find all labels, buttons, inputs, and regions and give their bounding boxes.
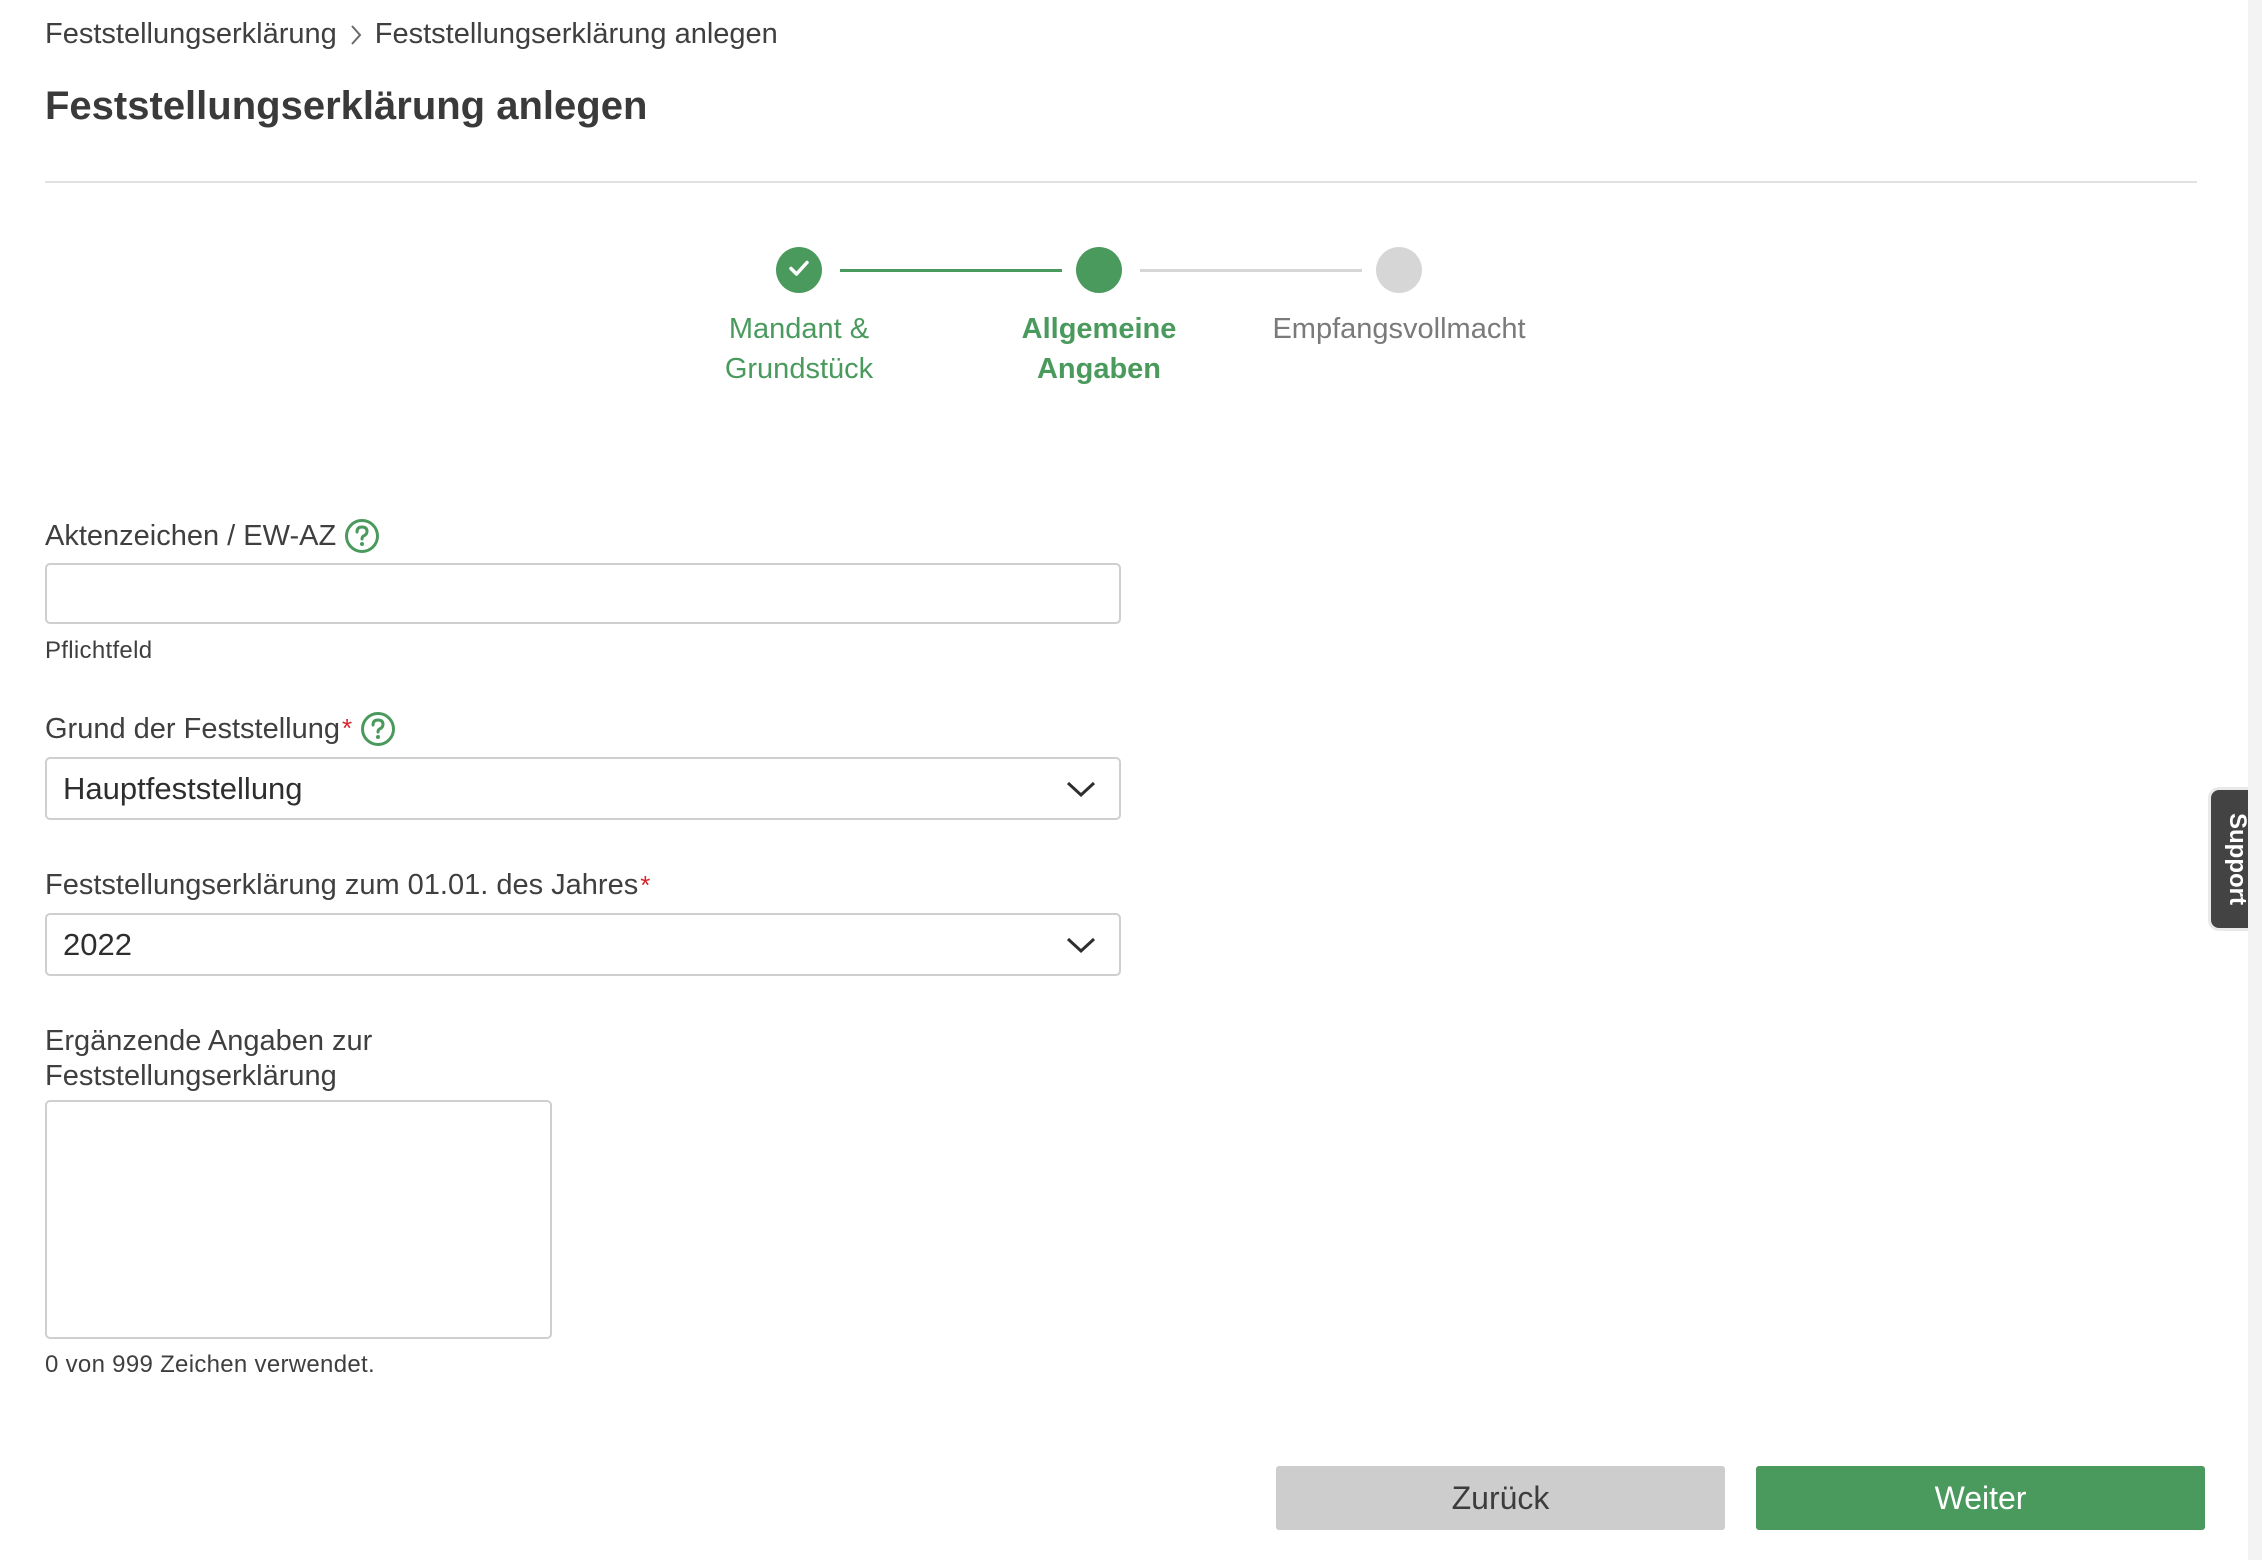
aktenzeichen-input[interactable] — [45, 563, 1121, 624]
back-button[interactable]: Zurück — [1276, 1466, 1725, 1530]
aktenzeichen-hint: Pflichtfeld — [45, 637, 153, 664]
chevron-down-icon — [1065, 927, 1097, 963]
chevron-down-icon — [1065, 771, 1097, 807]
support-tab-label: Support — [2223, 813, 2251, 905]
step-label-mandant: Mandant & Grundstück — [724, 313, 874, 385]
page-title: Feststellungserklärung anlegen — [45, 84, 648, 128]
required-marker: * — [640, 870, 651, 900]
step-3-pending-indicator — [1376, 247, 1422, 293]
grund-label: Grund der Feststellung * — [45, 711, 396, 747]
header-divider — [45, 181, 2197, 183]
next-button[interactable]: Weiter — [1756, 1466, 2205, 1530]
step-connector-1 — [840, 269, 1062, 272]
step-label-empfangsvollmacht: Empfangsvollmacht — [1272, 313, 1526, 345]
help-circle-icon[interactable] — [360, 711, 396, 747]
ergaenzend-textarea[interactable] — [45, 1100, 552, 1339]
grund-selected-value: Hauptfeststellung — [63, 770, 303, 806]
breadcrumb-current: Feststellungserklärung anlegen — [374, 18, 778, 50]
scrollbar[interactable] — [2248, 0, 2262, 1560]
character-counter: 0 von 999 Zeichen verwendet. — [45, 1351, 375, 1378]
step-2-active-indicator — [1076, 247, 1122, 293]
chevron-right-icon — [349, 23, 363, 47]
aktenzeichen-label: Aktenzeichen / EW-AZ — [45, 518, 380, 554]
step-connector-2 — [1140, 269, 1362, 272]
step-label-allgemeine-angaben: Allgemeine Angaben — [1021, 313, 1177, 385]
jahr-select[interactable]: 2022 — [45, 913, 1121, 976]
step-1-done-indicator — [776, 247, 822, 293]
breadcrumb-link-feststellungserklaerung[interactable]: Feststellungserklärung — [45, 18, 337, 51]
jahr-label: Feststellungserklärung zum 01.01. des Ja… — [45, 869, 651, 901]
required-marker: * — [341, 713, 353, 743]
ergaenzend-label: Ergänzende Angaben zur Feststellungserkl… — [45, 1025, 373, 1092]
grund-select[interactable]: Hauptfeststellung — [45, 757, 1121, 820]
help-circle-icon[interactable] — [344, 518, 380, 554]
breadcrumb: Feststellungserklärung Feststellungserkl… — [45, 18, 778, 51]
checkmark-icon — [787, 256, 811, 285]
jahr-selected-value: 2022 — [63, 926, 132, 962]
